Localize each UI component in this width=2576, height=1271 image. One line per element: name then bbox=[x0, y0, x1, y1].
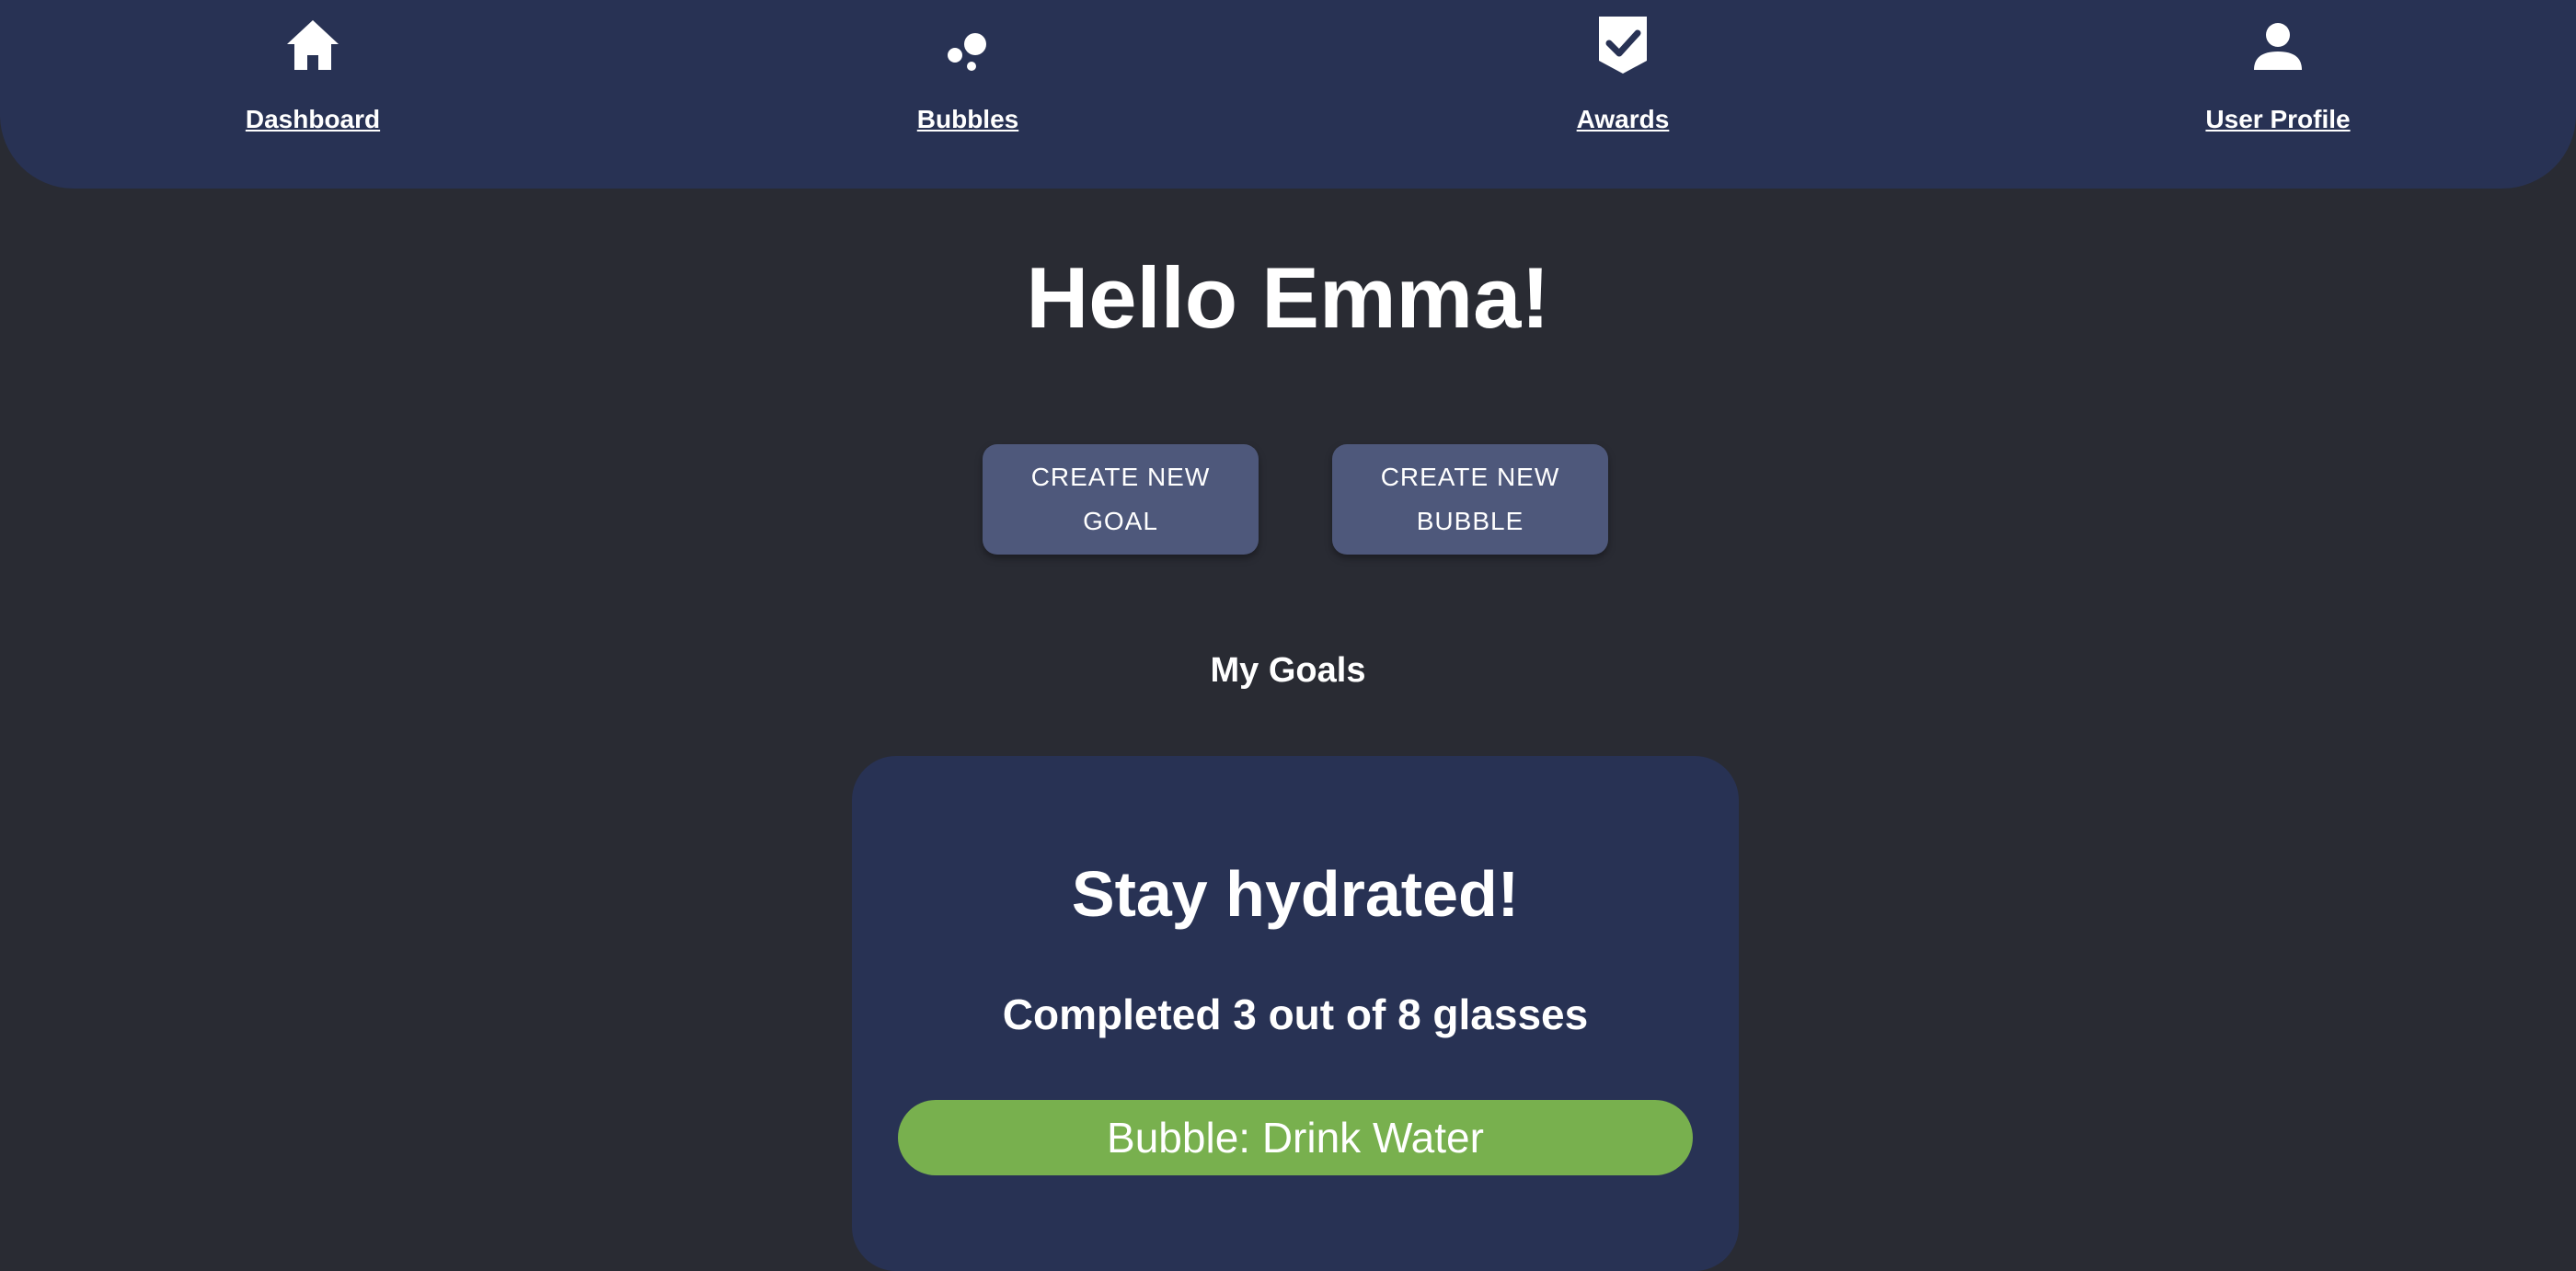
user-icon bbox=[2241, 13, 2315, 77]
create-new-goal-button[interactable]: CREATE NEW GOAL bbox=[983, 444, 1259, 555]
goal-card: Stay hydrated! Completed 3 out of 8 glas… bbox=[852, 756, 1739, 1271]
top-navigation-bar: Dashboard Bubbles Awards User Profile bbox=[0, 0, 2576, 189]
nav-label-bubbles: Bubbles bbox=[916, 105, 1019, 133]
greeting-heading: Hello Emma! bbox=[1026, 249, 1550, 346]
bubble-drink-water-button[interactable]: Bubble: Drink Water bbox=[898, 1100, 1693, 1175]
goal-title: Stay hydrated! bbox=[1071, 858, 1520, 930]
create-new-bubble-button[interactable]: CREATE NEW BUBBLE bbox=[1332, 444, 1608, 555]
home-icon bbox=[276, 13, 350, 77]
nav-item-dashboard[interactable]: Dashboard bbox=[129, 0, 497, 189]
nav-label-user-profile: User Profile bbox=[2205, 105, 2351, 133]
my-goals-heading: My Goals bbox=[1210, 651, 1366, 690]
goal-progress-text: Completed 3 out of 8 glasses bbox=[1002, 990, 1589, 1038]
nav-label-dashboard: Dashboard bbox=[245, 105, 381, 133]
nav-item-bubbles[interactable]: Bubbles bbox=[784, 0, 1152, 189]
nav-item-awards[interactable]: Awards bbox=[1439, 0, 1807, 189]
nav-label-awards: Awards bbox=[1576, 105, 1670, 133]
nav-item-user-profile[interactable]: User Profile bbox=[2094, 0, 2462, 189]
award-check-icon bbox=[1586, 13, 1660, 77]
bubbles-icon bbox=[931, 13, 1005, 77]
